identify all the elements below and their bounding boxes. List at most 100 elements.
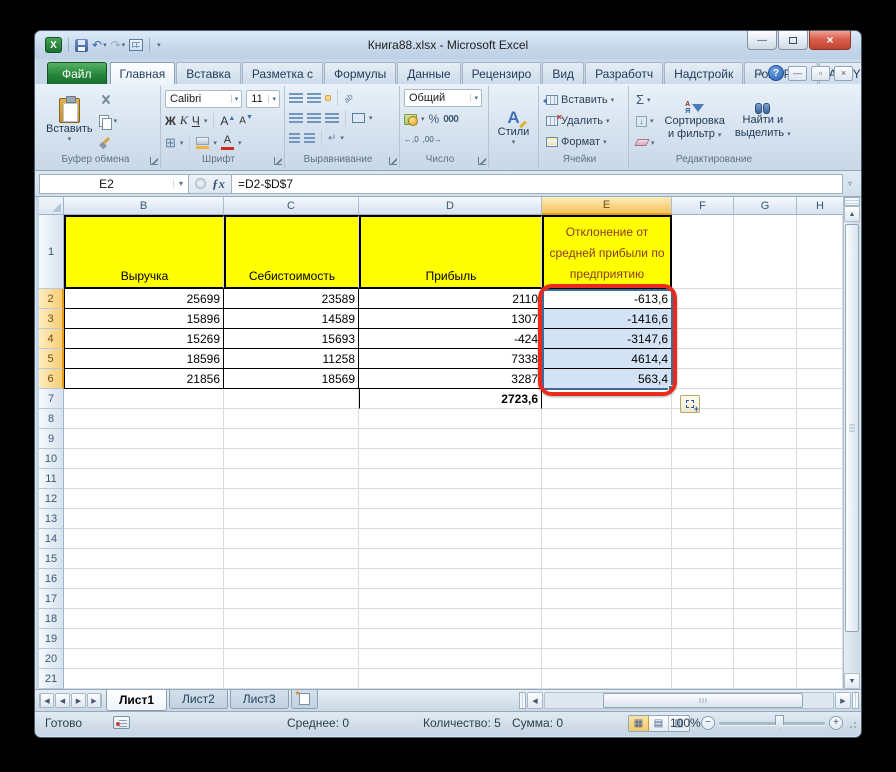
accounting-format-icon[interactable] (404, 113, 418, 126)
autosum-button[interactable]: Σ ▾ (633, 90, 658, 109)
row-header-5[interactable]: 5 (39, 349, 64, 369)
cell-D17[interactable] (359, 589, 542, 609)
table-view-icon[interactable] (129, 39, 144, 51)
cell-G6[interactable] (734, 369, 797, 389)
format-cells-button[interactable]: Формат ▾ (543, 133, 624, 152)
cell-G19[interactable] (734, 629, 797, 649)
fill-button[interactable]: ↓ ▾ (633, 112, 658, 131)
help-icon[interactable]: ? (768, 65, 784, 81)
first-sheet-button[interactable]: ◀ (39, 693, 54, 708)
cell-G3[interactable] (734, 309, 797, 329)
row-header-16[interactable]: 16 (39, 569, 64, 589)
cell-D9[interactable] (359, 429, 542, 449)
cell-B17[interactable] (64, 589, 224, 609)
cell-H6[interactable] (797, 369, 843, 389)
scroll-down-button[interactable]: ▼ (844, 673, 860, 689)
cell-D13[interactable] (359, 509, 542, 529)
cell-C18[interactable] (224, 609, 359, 629)
cell-H10[interactable] (797, 449, 843, 469)
cell-D4[interactable]: -424 (359, 329, 542, 349)
cell-C21[interactable] (224, 669, 359, 689)
cell-B4[interactable]: 15269 (64, 329, 224, 349)
cell-H16[interactable] (797, 569, 843, 589)
cell-E8[interactable] (542, 409, 672, 429)
row-header-2[interactable]: 2 (39, 289, 64, 309)
cell-B19[interactable] (64, 629, 224, 649)
zoom-level[interactable]: 100% (670, 716, 701, 730)
copy-button[interactable]: ▾ (96, 112, 121, 131)
row-header-11[interactable]: 11 (39, 469, 64, 489)
cell-C19[interactable] (224, 629, 359, 649)
cell-H21[interactable] (797, 669, 843, 689)
cell-E6[interactable]: 563,4 (542, 369, 672, 389)
column-header-H[interactable]: H (797, 197, 843, 215)
cell-E11[interactable] (542, 469, 672, 489)
cell-H9[interactable] (797, 429, 843, 449)
dialog-launcher-icon[interactable] (274, 157, 282, 165)
cell-D15[interactable] (359, 549, 542, 569)
cell-E18[interactable] (542, 609, 672, 629)
tab-file[interactable]: Файл (47, 62, 107, 84)
cell-F12[interactable] (672, 489, 734, 509)
cell-D1[interactable]: Прибыль (359, 215, 542, 289)
cell-E12[interactable] (542, 489, 672, 509)
vertical-scroll-thumb[interactable] (845, 224, 859, 632)
number-format-combo[interactable]: Общий ▾ (404, 89, 482, 107)
cell-H8[interactable] (797, 409, 843, 429)
cell-G7[interactable] (734, 389, 797, 409)
cell-E20[interactable] (542, 649, 672, 669)
cell-F10[interactable] (672, 449, 734, 469)
next-sheet-button[interactable]: ▶ (71, 693, 86, 708)
cell-F13[interactable] (672, 509, 734, 529)
cell-D7[interactable]: 2723,6 (359, 389, 542, 409)
fill-color-button[interactable] (196, 136, 210, 149)
chevron-down-icon[interactable]: ▾ (173, 179, 188, 188)
cell-F18[interactable] (672, 609, 734, 629)
sheet-tab-list1[interactable]: Лист1 (106, 690, 168, 711)
orientation-button[interactable]: ab (342, 92, 355, 105)
collapse-ribbon-icon[interactable]: ∧ (757, 68, 764, 79)
cell-B9[interactable] (64, 429, 224, 449)
cell-B8[interactable] (64, 409, 224, 429)
cell-F20[interactable] (672, 649, 734, 669)
cell-B15[interactable] (64, 549, 224, 569)
cell-H4[interactable] (797, 329, 843, 349)
cell-B14[interactable] (64, 529, 224, 549)
align-left-button[interactable] (289, 113, 303, 123)
increase-indent-button[interactable] (304, 133, 315, 143)
cell-F15[interactable] (672, 549, 734, 569)
macro-record-icon[interactable] (113, 716, 130, 729)
save-icon[interactable] (75, 38, 88, 52)
cell-B1[interactable]: Выручка (64, 215, 224, 289)
tab-developer[interactable]: Разработч (585, 62, 664, 84)
cell-B21[interactable] (64, 669, 224, 689)
cell-G11[interactable] (734, 469, 797, 489)
cell-G15[interactable] (734, 549, 797, 569)
zoom-slider-thumb[interactable] (775, 715, 784, 730)
cell-G13[interactable] (734, 509, 797, 529)
cell-E3[interactable]: -1416,6 (542, 309, 672, 329)
cell-C12[interactable] (224, 489, 359, 509)
format-painter-button[interactable] (96, 133, 121, 152)
shrink-font-button[interactable]: А▼ (239, 114, 253, 126)
dialog-launcher-icon[interactable] (478, 157, 486, 165)
cell-F1[interactable] (672, 215, 734, 289)
sheet-tab-list3[interactable]: Лист3 (229, 690, 289, 709)
prev-sheet-button[interactable]: ◀ (55, 693, 70, 708)
clear-button[interactable]: ▾ (633, 133, 658, 152)
font-color-button[interactable]: А (220, 135, 234, 150)
cell-H1[interactable] (797, 215, 843, 289)
cell-F3[interactable] (672, 309, 734, 329)
formula-input[interactable]: =D2-$D$7 (232, 173, 843, 194)
cell-C13[interactable] (224, 509, 359, 529)
cell-G8[interactable] (734, 409, 797, 429)
paste-button[interactable]: Вставить ▾ (43, 88, 96, 154)
row-header-3[interactable]: 3 (39, 309, 64, 329)
cell-E21[interactable] (542, 669, 672, 689)
cell-D12[interactable] (359, 489, 542, 509)
restore-button[interactable] (778, 31, 808, 50)
fill-handle[interactable] (668, 385, 674, 391)
cell-C10[interactable] (224, 449, 359, 469)
cell-G17[interactable] (734, 589, 797, 609)
row-header-4[interactable]: 4 (39, 329, 64, 349)
